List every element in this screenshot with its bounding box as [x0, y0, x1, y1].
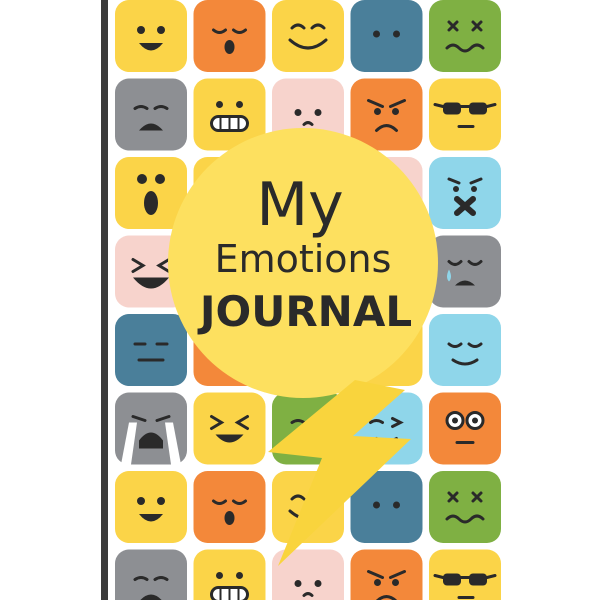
emoji-tile-gray-crying [429, 235, 501, 308]
emoji-tile-green-dizzy [429, 0, 501, 72]
emoji-tile-yellow-smile [115, 0, 187, 72]
emoji-tile-light-blue-silenced [429, 157, 501, 229]
emoji-tile-yellow-sunglasses [429, 549, 501, 600]
emoji-tile-blue-neutral-dots [350, 0, 423, 72]
emoji-tile-yellow-happy [272, 0, 344, 72]
emoji-tile-orange-angry [350, 78, 423, 151]
emoji-tile-orange-sleepy [193, 471, 266, 543]
emoji-tile-green-dizzy [429, 471, 501, 543]
emoji-tile-yellow-sunglasses [429, 78, 501, 151]
emoji-tile-light-blue-content [429, 314, 501, 386]
emoji-tile-gray-sad [115, 78, 187, 151]
title-journal: JOURNAL [197, 287, 412, 336]
title-emotions: Emotions [215, 237, 392, 281]
emoji-tile-blue-flat [115, 314, 187, 386]
emoji-tile-gray-sobbing [115, 392, 187, 465]
emoji-tile-gray-sad [115, 549, 187, 600]
emoji-tile-yellow-smile [115, 471, 187, 543]
emoji-tile-orange-shocked [429, 392, 501, 465]
emoji-tile-orange-angry [350, 549, 423, 600]
emoji-tile-yellow-grimace [193, 549, 266, 600]
title-my: My [256, 170, 343, 240]
emoji-tile-yellow-grin [193, 392, 266, 465]
book-spine [101, 0, 108, 600]
emoji-tile-orange-sleepy [193, 0, 266, 72]
book-cover: My Emotions JOURNAL [0, 0, 600, 600]
